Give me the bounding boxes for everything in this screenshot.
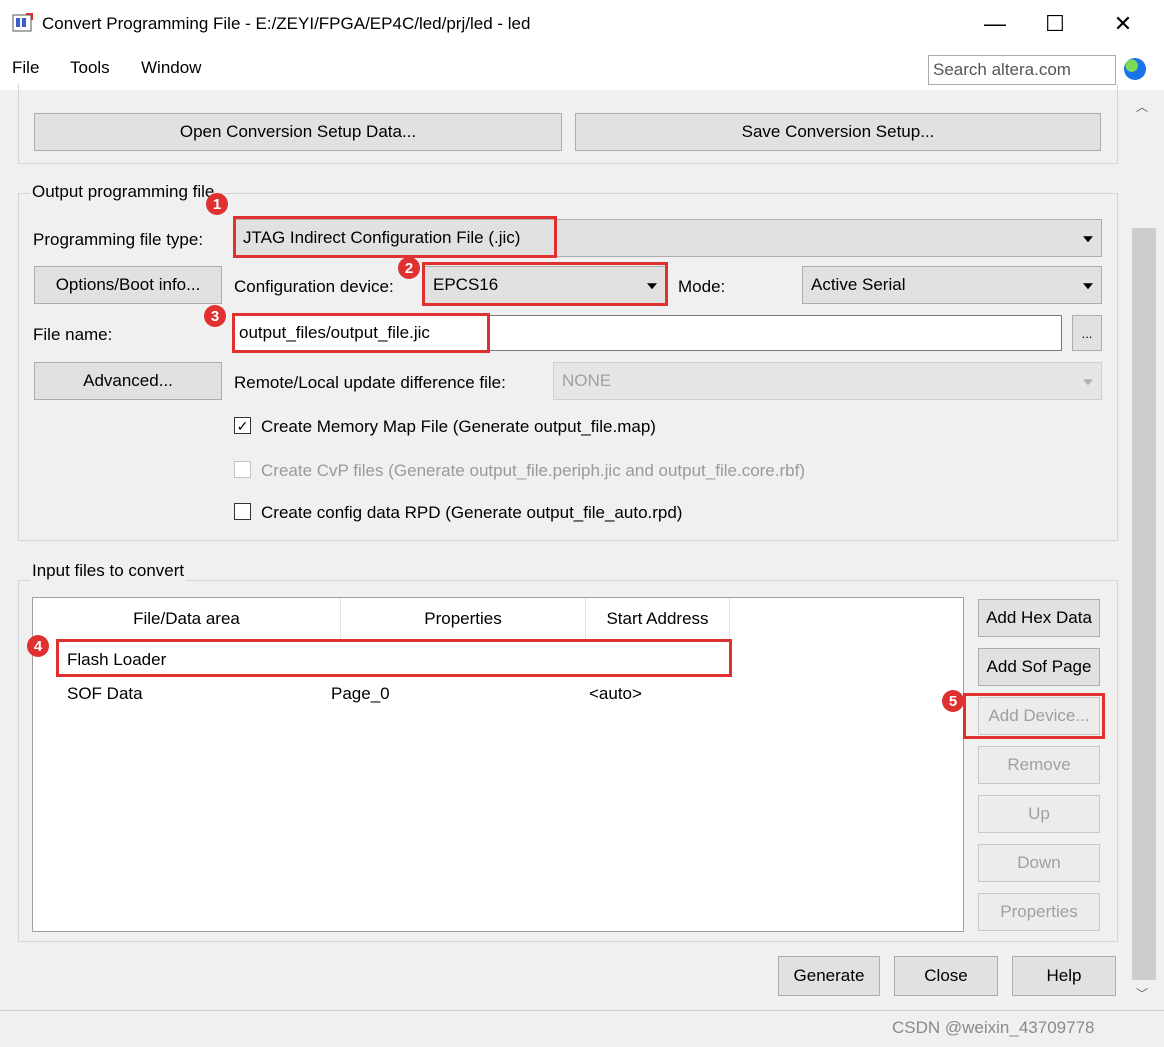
row-sof-data-address: <auto> — [589, 684, 642, 703]
close-window-button[interactable]: ✕ — [1098, 6, 1148, 42]
options-boot-info-button[interactable]: Options/Boot info... — [34, 266, 222, 304]
row-sof-data-properties: Page_0 — [331, 684, 390, 703]
annotation-box-2 — [422, 262, 668, 306]
annotation-badge-1: 1 — [206, 193, 228, 215]
annotation-badge-3: 3 — [204, 305, 226, 327]
help-button[interactable]: Help — [1012, 956, 1116, 996]
scroll-up-icon[interactable]: ︿ — [1136, 98, 1148, 115]
config-rpd-checkbox[interactable] — [234, 503, 251, 520]
add-hex-data-button[interactable]: Add Hex Data — [978, 599, 1100, 637]
row-sof-data-name[interactable]: SOF Data — [67, 684, 143, 704]
up-button[interactable]: Up — [978, 795, 1100, 833]
annotation-box-3 — [232, 313, 490, 353]
remote-update-label: Remote/Local update difference file: — [234, 373, 506, 392]
window-title: Convert Programming File - E:/ZEYI/FPGA/… — [42, 14, 531, 33]
remote-update-value: NONE — [562, 371, 612, 390]
maximize-button[interactable]: ☐ — [1030, 6, 1080, 42]
column-header-properties[interactable]: Properties — [341, 598, 586, 640]
mode-label: Mode: — [678, 277, 726, 296]
dropdown-arrow-icon — [1083, 236, 1093, 243]
annotation-badge-5: 5 — [942, 690, 964, 712]
properties-button[interactable]: Properties — [978, 893, 1100, 931]
config-device-label: Configuration device: — [234, 277, 394, 296]
app-icon — [12, 12, 34, 34]
config-rpd-label: Create config data RPD (Generate output_… — [261, 503, 683, 522]
annotation-box-4 — [56, 639, 732, 677]
advanced-button[interactable]: Advanced... — [34, 362, 222, 400]
annotation-badge-4: 4 — [27, 635, 49, 657]
globe-icon[interactable] — [1124, 58, 1146, 80]
scroll-down-icon[interactable]: ﹀ — [1136, 985, 1148, 1002]
add-sof-page-button[interactable]: Add Sof Page — [978, 648, 1100, 686]
close-button[interactable]: Close — [894, 956, 998, 996]
generate-button[interactable]: Generate — [778, 956, 880, 996]
memory-map-label: Create Memory Map File (Generate output_… — [261, 417, 656, 436]
dropdown-arrow-icon — [1083, 379, 1093, 386]
save-conversion-setup-button[interactable]: Save Conversion Setup... — [575, 113, 1101, 151]
watermark: CSDN @weixin_43709778 — [892, 1018, 1095, 1037]
open-conversion-setup-button[interactable]: Open Conversion Setup Data... — [34, 113, 562, 151]
input-group-label: Input files to convert — [30, 561, 187, 581]
scrollbar-thumb[interactable] — [1132, 228, 1156, 980]
search-input[interactable]: Search altera.com — [928, 55, 1116, 85]
down-button[interactable]: Down — [978, 844, 1100, 882]
cvp-files-label: Create CvP files (Generate output_file.p… — [261, 461, 805, 480]
browse-button[interactable]: ... — [1072, 315, 1102, 351]
dropdown-arrow-icon — [1083, 283, 1093, 290]
mode-select[interactable]: Active Serial — [802, 266, 1102, 304]
minimize-button[interactable]: — — [970, 6, 1020, 42]
menu-tools[interactable]: Tools — [70, 58, 110, 78]
annotation-box-5 — [963, 693, 1105, 739]
mode-value: Active Serial — [811, 275, 906, 294]
annotation-box-1 — [233, 216, 557, 258]
menu-window[interactable]: Window — [141, 58, 201, 78]
remove-button[interactable]: Remove — [978, 746, 1100, 784]
file-type-label: Programming file type: — [33, 230, 204, 249]
file-name-label: File name: — [33, 325, 113, 344]
cvp-files-checkbox[interactable] — [234, 461, 251, 478]
menu-file[interactable]: File — [12, 58, 39, 78]
remote-update-select[interactable]: NONE — [553, 362, 1102, 400]
annotation-badge-2: 2 — [398, 257, 420, 279]
output-group-label: Output programming file — [30, 182, 217, 202]
column-header-file[interactable]: File/Data area — [33, 598, 341, 640]
column-header-start-address[interactable]: Start Address — [586, 598, 730, 640]
memory-map-checkbox[interactable]: ✓ — [234, 417, 251, 434]
